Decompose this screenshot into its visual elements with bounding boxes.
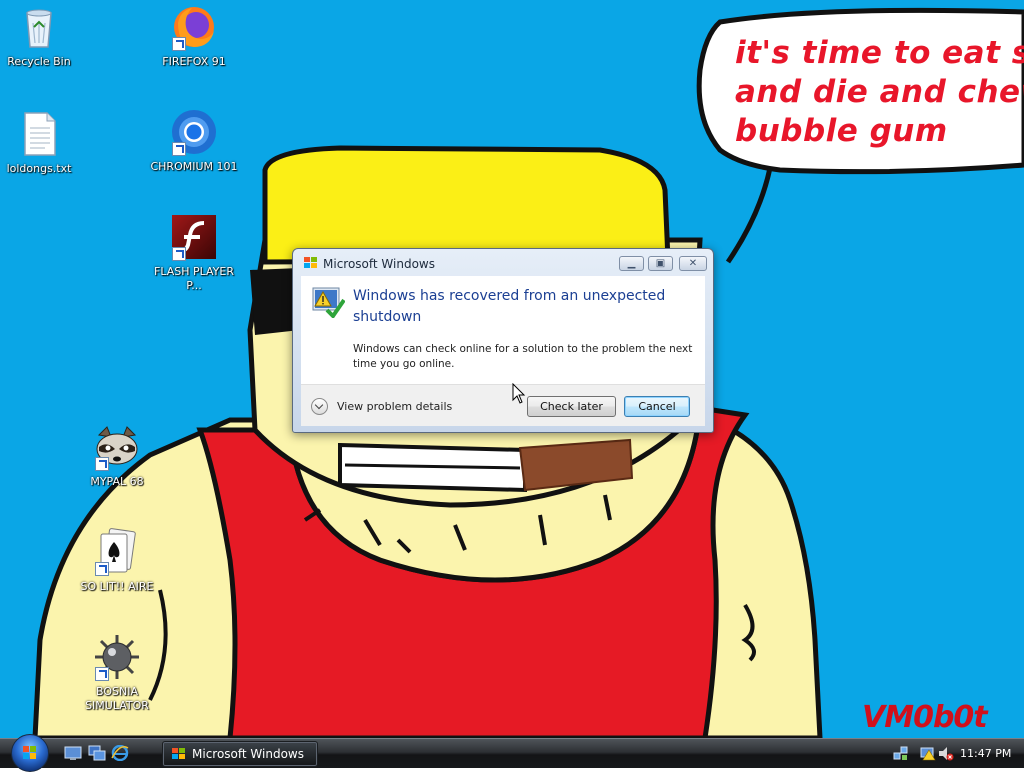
desktop-icon-text-file[interactable]: loldongs.txt [0, 110, 85, 176]
show-desktop-icon[interactable] [64, 745, 82, 761]
dialog-description: Windows can check online for a solution … [353, 343, 693, 370]
desktop-icon-flash-player[interactable]: FLASH PLAYER P... [148, 213, 240, 293]
dialog-title: Microsoft Windows [323, 257, 435, 271]
taskbar-item-label: Microsoft Windows [192, 747, 304, 761]
desktop-icon-recycle-bin[interactable]: Recycle Bin [0, 3, 85, 69]
cancel-button[interactable]: Cancel [624, 396, 690, 417]
chromium-icon [170, 108, 218, 156]
speech-line: bubble gum [735, 113, 948, 149]
desktop-icon-firefox[interactable]: FIREFOX 91 [148, 3, 240, 69]
flash-player-icon [170, 213, 218, 261]
desktop-icon-chromium[interactable]: CHROMIUM 101 [148, 108, 240, 174]
maximize-button[interactable]: ▣ [648, 256, 673, 271]
shortcut-arrow-icon [95, 457, 109, 471]
warning-shield-icon [312, 287, 345, 318]
mouse-cursor-icon [512, 383, 526, 404]
icon-label: loldongs.txt [6, 162, 72, 175]
speech-bubble-text: it's time to eat shit and die and chew b… [735, 34, 1024, 151]
shortcut-arrow-icon [95, 667, 109, 681]
mine-icon [93, 633, 141, 681]
shortcut-arrow-icon [172, 247, 186, 261]
switch-windows-icon[interactable] [88, 745, 106, 761]
network-icon[interactable] [893, 746, 909, 761]
desktop-icon-mypal[interactable]: MYPAL 68 [71, 423, 163, 489]
taskbar: Microsoft Windows 11:47 PM [0, 734, 1024, 772]
icon-label: CHROMIUM 101 [150, 160, 238, 173]
dialog-titlebar[interactable]: Microsoft Windows ▁ ▣ ✕ [293, 249, 713, 275]
check-later-button[interactable]: Check later [527, 396, 616, 417]
minimize-button[interactable]: ▁ [619, 256, 644, 271]
volume-muted-icon[interactable] [938, 746, 954, 761]
close-button[interactable]: ✕ [679, 256, 707, 271]
artist-signature: VM0b0t [862, 700, 988, 735]
icon-label: FLASH PLAYER P... [154, 265, 234, 292]
firefox-icon [170, 3, 218, 51]
icon-label: Recycle Bin [7, 55, 71, 68]
maximize-icon: ▣ [655, 258, 666, 269]
icon-label: SO LIT!! AIRE [80, 580, 154, 593]
internet-explorer-icon[interactable] [111, 745, 129, 761]
dialog-heading: Windows has recovered from an unexpected… [353, 288, 666, 325]
raccoon-icon [93, 423, 141, 471]
text-file-icon [15, 110, 63, 158]
desktop-icon-bosnia-simulator[interactable]: BOSNIA SIMULATOR [71, 633, 163, 713]
windows-logo-icon [23, 746, 36, 759]
shortcut-arrow-icon [95, 562, 109, 576]
expand-details-button[interactable] [311, 398, 328, 415]
shortcut-arrow-icon [172, 37, 186, 51]
security-alert-icon[interactable] [920, 746, 936, 761]
windows-flag-icon [304, 257, 317, 268]
recycle-bin-icon [15, 3, 63, 51]
dialog-footer: View problem details Check later Cancel [301, 384, 705, 426]
close-icon: ✕ [688, 258, 698, 269]
icon-label: MYPAL 68 [90, 475, 144, 488]
speech-line: it's time to eat shit [735, 35, 1024, 71]
windows-flag-icon [172, 748, 185, 759]
desktop-icon-solitaire[interactable]: SO LIT!! AIRE [71, 528, 163, 594]
dialog-content: Windows has recovered from an unexpected… [301, 276, 705, 384]
recovery-dialog[interactable]: Microsoft Windows ▁ ▣ ✕ Windows has reco… [292, 248, 714, 433]
view-problem-details-link[interactable]: View problem details [337, 400, 452, 413]
start-button[interactable] [11, 734, 49, 772]
clock[interactable]: 11:47 PM [960, 747, 1011, 760]
taskbar-item-microsoft-windows[interactable]: Microsoft Windows [162, 741, 318, 767]
speech-line: and die and chew [735, 74, 1024, 110]
minimize-icon: ▁ [627, 258, 636, 269]
shortcut-arrow-icon [172, 142, 186, 156]
icon-label: BOSNIA SIMULATOR [85, 685, 149, 712]
solitaire-icon [93, 528, 141, 576]
icon-label: FIREFOX 91 [162, 55, 226, 68]
desktop[interactable]: it's time to eat shit and die and chew b… [0, 0, 1024, 738]
